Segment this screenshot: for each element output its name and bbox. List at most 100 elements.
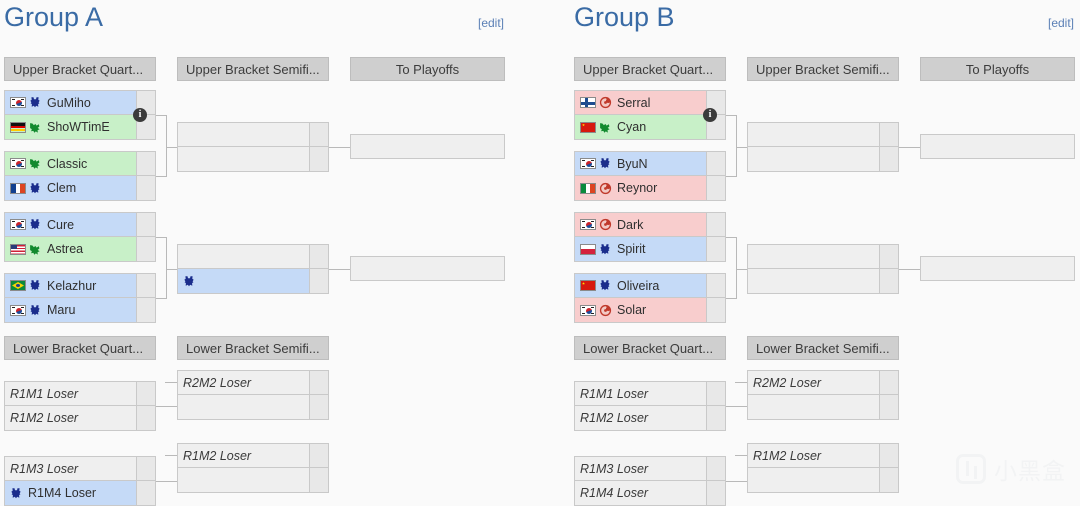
match-upper-quarterfinal-3[interactable]: Dark Spirit (574, 212, 726, 262)
edit-link[interactable]: [edit] (1048, 16, 1074, 30)
match-row[interactable]: R1M2 Loser (574, 406, 726, 431)
info-icon[interactable]: i (703, 108, 717, 122)
match-row[interactable]: Spirit (574, 237, 726, 262)
match-row[interactable]: R1M3 Loser (4, 456, 156, 481)
opponent-cell[interactable]: Clem (5, 176, 136, 200)
opponent-cell[interactable]: Cyan (575, 115, 706, 139)
match-lower-semifinal-2[interactable]: R1M2 Loser (747, 443, 899, 493)
match-row[interactable]: R1M1 Loser (574, 381, 726, 406)
score-cell[interactable] (136, 298, 155, 322)
match-row[interactable]: Cure (4, 212, 156, 237)
match-to-playoffs-1[interactable] (920, 134, 1075, 159)
score-cell[interactable] (879, 371, 898, 394)
score-cell[interactable] (706, 237, 725, 261)
match-row[interactable] (177, 147, 329, 172)
opponent-cell[interactable]: R2M2 Loser (178, 371, 309, 394)
score-cell[interactable] (136, 237, 155, 261)
score-cell[interactable] (879, 147, 898, 171)
score-cell[interactable] (706, 274, 725, 297)
match-upper-quarterfinal-2[interactable]: ByuN Reynor (574, 151, 726, 201)
match-upper-semifinal-1[interactable] (177, 122, 329, 172)
opponent-cell[interactable]: R1M1 Loser (5, 382, 136, 405)
score-cell[interactable] (879, 269, 898, 293)
match-lower-quarterfinal-1[interactable]: R1M1 Loser R1M2 Loser (4, 381, 156, 431)
opponent-cell[interactable]: R1M3 Loser (5, 457, 136, 480)
match-to-playoffs-2[interactable] (920, 256, 1075, 281)
score-cell[interactable] (136, 152, 155, 175)
match-row[interactable]: R1M4 Loser (574, 481, 726, 506)
match-lower-semifinal-1[interactable]: R2M2 Loser (177, 370, 329, 420)
match-upper-semifinal-2[interactable] (177, 244, 329, 294)
score-cell[interactable] (706, 298, 725, 322)
match-to-playoffs-2[interactable] (350, 256, 505, 281)
opponent-cell[interactable]: Dark (575, 213, 706, 236)
opponent-cell[interactable] (351, 257, 504, 280)
score-cell[interactable] (309, 444, 328, 467)
edit-link[interactable]: [edit] (478, 16, 504, 30)
match-row[interactable]: Kelazhur (4, 273, 156, 298)
match-upper-quarterfinal-2[interactable]: Classic Clem (4, 151, 156, 201)
opponent-cell[interactable] (748, 269, 879, 293)
match-lower-quarterfinal-1[interactable]: R1M1 Loser R1M2 Loser (574, 381, 726, 431)
match-row[interactable] (177, 269, 329, 294)
match-row[interactable] (747, 468, 899, 493)
score-cell[interactable] (879, 395, 898, 419)
opponent-cell[interactable]: R1M1 Loser (575, 382, 706, 405)
opponent-cell[interactable]: Kelazhur (5, 274, 136, 297)
match-row[interactable] (920, 256, 1075, 281)
score-cell[interactable] (706, 176, 725, 200)
match-row[interactable]: R1M2 Loser (4, 406, 156, 431)
match-row[interactable]: R1M2 Loser (177, 443, 329, 468)
match-row[interactable] (177, 468, 329, 493)
score-cell[interactable] (309, 269, 328, 293)
score-cell[interactable] (136, 274, 155, 297)
score-cell[interactable] (706, 406, 725, 430)
match-upper-quarterfinal-1[interactable]: Serral Cyan i (574, 90, 726, 140)
score-cell[interactable] (309, 468, 328, 492)
opponent-cell[interactable] (178, 123, 309, 146)
match-lower-quarterfinal-2[interactable]: R1M3 Loser R1M4 Loser (4, 456, 156, 506)
opponent-cell[interactable] (178, 147, 309, 171)
match-row[interactable]: R1M2 Loser (747, 443, 899, 468)
opponent-cell[interactable]: ByuN (575, 152, 706, 175)
score-cell[interactable] (706, 152, 725, 175)
score-cell[interactable] (879, 123, 898, 146)
opponent-cell[interactable]: R1M4 Loser (575, 481, 706, 505)
match-lower-semifinal-2[interactable]: R1M2 Loser (177, 443, 329, 493)
score-cell[interactable] (136, 406, 155, 430)
score-cell[interactable] (136, 481, 155, 505)
match-upper-quarterfinal-4[interactable]: Kelazhur Maru (4, 273, 156, 323)
opponent-cell[interactable]: GuMiho (5, 91, 136, 114)
opponent-cell[interactable]: ShoWTimE (5, 115, 136, 139)
score-cell[interactable] (136, 176, 155, 200)
opponent-cell[interactable]: Reynor (575, 176, 706, 200)
opponent-cell[interactable] (178, 395, 309, 419)
match-row[interactable]: Maru (4, 298, 156, 323)
match-row[interactable]: Clem (4, 176, 156, 201)
score-cell[interactable] (136, 213, 155, 236)
match-row[interactable]: Classic (4, 151, 156, 176)
match-row[interactable]: Dark (574, 212, 726, 237)
opponent-cell[interactable]: R1M2 Loser (575, 406, 706, 430)
score-cell[interactable] (706, 481, 725, 505)
match-row[interactable] (177, 244, 329, 269)
opponent-cell[interactable]: R1M2 Loser (5, 406, 136, 430)
opponent-cell[interactable]: R1M2 Loser (178, 444, 309, 467)
score-cell[interactable] (309, 371, 328, 394)
match-row[interactable] (747, 147, 899, 172)
opponent-cell[interactable]: R1M4 Loser (5, 481, 136, 505)
opponent-cell[interactable]: Classic (5, 152, 136, 175)
match-row[interactable] (350, 256, 505, 281)
opponent-cell[interactable] (921, 257, 1074, 280)
match-row[interactable] (920, 134, 1075, 159)
opponent-cell[interactable]: Oliveira (575, 274, 706, 297)
opponent-cell[interactable] (748, 147, 879, 171)
opponent-cell[interactable] (748, 395, 879, 419)
match-row[interactable]: Astrea (4, 237, 156, 262)
opponent-cell[interactable]: R1M3 Loser (575, 457, 706, 480)
opponent-cell[interactable]: R1M2 Loser (748, 444, 879, 467)
score-cell[interactable] (706, 213, 725, 236)
opponent-cell[interactable] (351, 135, 504, 158)
score-cell[interactable] (879, 444, 898, 467)
match-row[interactable] (350, 134, 505, 159)
